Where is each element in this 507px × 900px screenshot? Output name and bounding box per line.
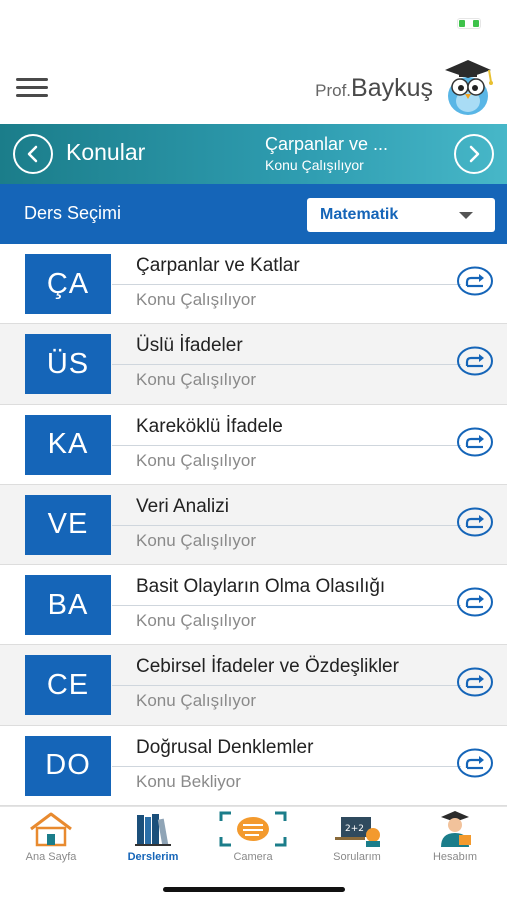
account-icon	[441, 811, 471, 847]
tab-ana-sayfa[interactable]: Ana Sayfa	[6, 811, 96, 873]
chevron-left-icon	[27, 145, 38, 163]
topic-list: ÇA Çarpanlar ve Katlar Konu Çalışılıyor …	[0, 244, 507, 806]
topic-row[interactable]: CE Cebirsel İfadeler ve Özdeşlikler Konu…	[0, 645, 507, 726]
topic-abbr-badge: KA	[25, 414, 111, 475]
divider	[112, 605, 461, 607]
divider	[112, 685, 461, 687]
tab-camera[interactable]: Camera	[208, 811, 298, 873]
course-select-value: Matematik	[320, 206, 399, 223]
share-arrow-icon[interactable]	[456, 426, 494, 458]
share-arrow-icon[interactable]	[456, 506, 494, 538]
share-arrow-icon[interactable]	[456, 666, 494, 698]
bottom-tab-bar: Ana Sayfa Derslerim Camera 2+2 Sorularım…	[0, 806, 507, 900]
tab-label: Derslerim	[127, 851, 179, 863]
topic-row[interactable]: KA Kareköklü İfadele Konu Çalışılıyor	[0, 404, 507, 485]
menu-icon[interactable]	[16, 78, 48, 98]
topic-row[interactable]: BA Basit Olayların Olma Olasılığı Konu Ç…	[0, 565, 507, 646]
topic-status: Konu Çalışılıyor	[136, 611, 256, 631]
current-topic-status: Konu Çalışılıyor	[265, 157, 364, 173]
topic-title: Doğrusal Denklemler	[136, 736, 314, 758]
camera-icon	[219, 811, 287, 847]
topic-abbr-badge: ÇA	[25, 254, 111, 314]
share-arrow-icon[interactable]	[456, 345, 494, 377]
course-selection-label: Ders Seçimi	[24, 203, 122, 223]
status-bar	[0, 0, 507, 50]
topic-row[interactable]: ÜS Üslü İfadeler Konu Çalışılıyor	[0, 324, 507, 405]
caret-down-icon	[459, 212, 473, 219]
topic-title: Veri Analizi	[136, 495, 229, 517]
topic-row[interactable]: VE Veri Analizi Konu Çalışılıyor	[0, 484, 507, 566]
course-select[interactable]: Matematik	[307, 198, 495, 232]
divider	[112, 284, 461, 285]
topic-status: Konu Çalışılıyor	[136, 450, 256, 470]
divider	[112, 524, 461, 526]
current-topic: Çarpanlar ve ... Konu Çalışılıyor	[265, 134, 435, 173]
divider	[112, 765, 461, 767]
brand-prefix: Prof.	[315, 81, 352, 100]
topic-status: Konu Çalışılıyor	[136, 530, 256, 550]
back-button[interactable]	[13, 134, 53, 174]
topic-title: Kareköklü İfadele	[136, 415, 283, 437]
topic-status: Konu Çalışılıyor	[136, 691, 256, 711]
topic-row[interactable]: DO Doğrusal Denklemler Konu Bekliyor	[0, 725, 507, 806]
back-label[interactable]: Konular	[66, 139, 145, 166]
topic-row[interactable]: ÇA Çarpanlar ve Katlar Konu Çalışılıyor	[0, 244, 507, 325]
books-icon	[135, 814, 171, 846]
owl-mascot-icon	[445, 60, 493, 115]
topic-title: Basit Olayların Olma Olasılığı	[136, 576, 386, 598]
tab-label: Sorularım	[333, 851, 381, 863]
home-icon	[30, 812, 72, 847]
tab-hesabim[interactable]: Hesabım	[410, 811, 500, 873]
topic-abbr-badge: BA	[25, 575, 111, 636]
topic-title: Üslü İfadeler	[136, 335, 243, 357]
topic-status: Konu Bekliyor	[136, 771, 241, 791]
tab-label: Camera	[233, 851, 273, 863]
topic-nav-bar: Konular Çarpanlar ve ... Konu Çalışılıyo…	[0, 124, 507, 184]
share-arrow-icon[interactable]	[456, 265, 494, 297]
topic-abbr-badge: ÜS	[25, 334, 111, 395]
divider	[112, 364, 461, 366]
topic-abbr-badge: VE	[25, 494, 111, 555]
divider	[112, 444, 461, 446]
chevron-right-icon	[469, 145, 480, 163]
tab-label: Ana Sayfa	[25, 851, 77, 863]
tab-label: Hesabım	[432, 851, 478, 863]
brand-logo-text: Prof.Baykuş	[315, 74, 433, 103]
share-arrow-icon[interactable]	[456, 747, 494, 779]
questions-icon: 2+2	[335, 817, 380, 847]
tab-sorularim[interactable]: 2+2 Sorularım	[312, 811, 402, 873]
app-header: Prof.Baykuş	[0, 50, 507, 124]
next-button[interactable]	[454, 134, 494, 174]
topic-status: Konu Çalışılıyor	[136, 290, 256, 309]
topic-title: Çarpanlar ve Katlar	[136, 255, 300, 276]
topic-title: Cebirsel İfadeler ve Özdeşlikler	[136, 656, 399, 678]
home-indicator	[163, 887, 345, 892]
brand-name: Baykuş	[351, 74, 433, 102]
topic-abbr-badge: DO	[25, 735, 111, 796]
course-selection-bar: Ders Seçimi Matematik	[0, 184, 507, 244]
topic-status: Konu Çalışılıyor	[136, 370, 256, 390]
svg-text:2+2: 2+2	[345, 824, 364, 834]
topic-abbr-badge: CE	[25, 655, 111, 716]
current-topic-title: Çarpanlar ve ...	[265, 134, 389, 154]
share-arrow-icon[interactable]	[456, 586, 494, 618]
battery-icon	[457, 18, 481, 29]
tab-derslerim[interactable]: Derslerim	[108, 811, 198, 873]
